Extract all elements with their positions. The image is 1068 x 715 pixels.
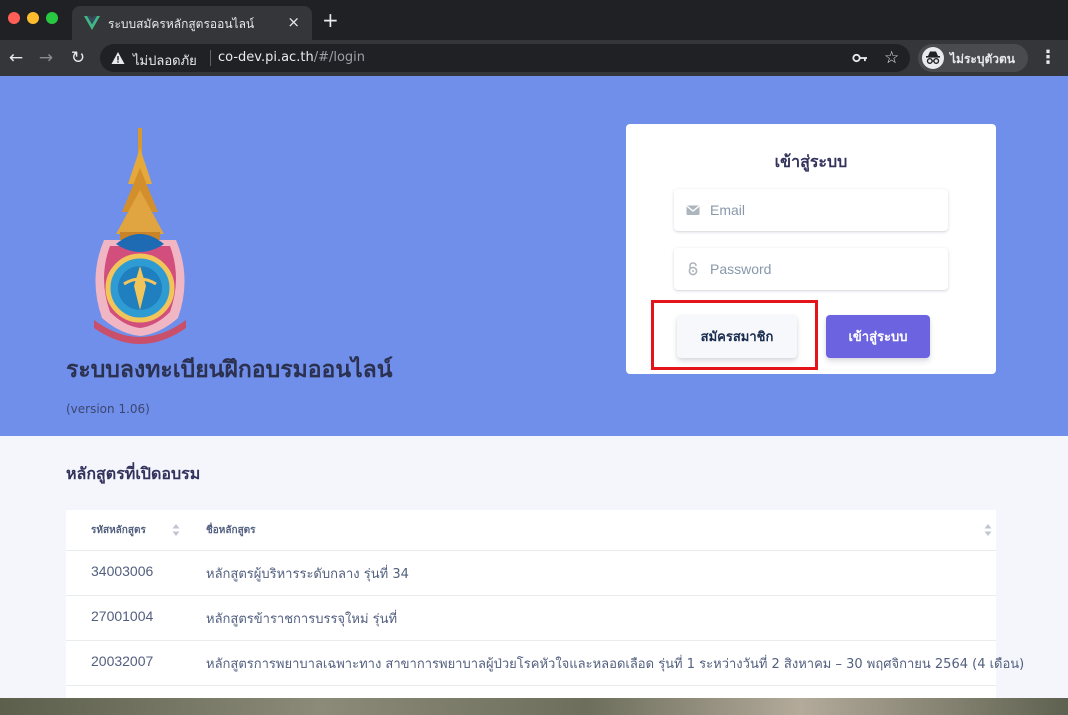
courses-heading: หลักสูตรที่เปิดอบรม — [66, 464, 201, 483]
desktop-background — [0, 698, 1068, 715]
table-header: รหัสหลักสูตร ชื่อหลักสูตร — [66, 510, 996, 551]
browser-menu-icon[interactable]: ⋮ — [1038, 46, 1058, 70]
url-path: /#/login — [313, 50, 366, 65]
address-divider — [210, 50, 211, 66]
login-card: เข้าสู่ระบบ สมัครสมาชิก เข้าสู่ระบบ — [626, 124, 996, 374]
table-row-partial[interactable] — [66, 686, 996, 698]
forward-arrow-icon[interactable]: → — [34, 46, 58, 70]
institute-emblem-logo — [94, 128, 186, 344]
page-content: ระบบลงทะเบียนฝึกอบรมออนไลน์ (version 1.0… — [0, 76, 1068, 698]
incognito-icon — [922, 47, 944, 69]
password-field-wrapper[interactable] — [674, 248, 948, 290]
browser-toolbar: ← → ↻ ไม่ปลอดภัย co-dev.pi.ac.th/#/login… — [0, 40, 1068, 76]
course-name: หลักสูตรข้าราชการบรรจุใหม่ รุ่นที่ — [206, 612, 398, 627]
table-row[interactable]: 34003006 หลักสูตรผู้บริหารระดับกลาง รุ่น… — [66, 551, 996, 596]
incognito-label: ไม่ระบุตัวตน — [950, 52, 1015, 66]
back-arrow-icon[interactable]: ← — [4, 46, 28, 70]
course-code: 27001004 — [91, 608, 154, 624]
version-label: (version 1.06) — [66, 402, 150, 416]
address-bar[interactable]: ไม่ปลอดภัย co-dev.pi.ac.th/#/login ☆ — [100, 44, 910, 72]
incognito-profile-button[interactable]: ไม่ระบุตัวตน — [918, 44, 1028, 72]
tab-title: ระบบสมัครหลักสูตรออนไลน์ — [108, 17, 255, 31]
minimize-window-button[interactable] — [27, 12, 39, 24]
sort-icon[interactable] — [172, 523, 180, 537]
maximize-window-button[interactable] — [46, 12, 58, 24]
column-header-name[interactable]: ชื่อหลักสูตร — [206, 523, 256, 538]
key-icon[interactable] — [852, 50, 868, 66]
table-row[interactable]: 20032007 หลักสูตรการพยาบาลเฉพาะทาง สาขาก… — [66, 641, 1024, 686]
tab-close-icon[interactable]: × — [287, 13, 300, 31]
url-host: co-dev.pi.ac.th — [218, 50, 314, 65]
close-window-button[interactable] — [8, 12, 20, 24]
browser-tab-bar: ระบบสมัครหลักสูตรออนไลน์ × + — [0, 0, 1068, 40]
reload-icon[interactable]: ↻ — [66, 46, 90, 70]
column-header-code[interactable]: รหัสหลักสูตร — [91, 523, 146, 538]
login-button[interactable]: เข้าสู่ระบบ — [826, 315, 930, 358]
bookmark-star-icon[interactable]: ☆ — [884, 48, 899, 68]
system-title: ระบบลงทะเบียนฝึกอบรมออนไลน์ — [66, 357, 393, 383]
not-secure-label[interactable]: ไม่ปลอดภัย — [133, 50, 197, 71]
lock-icon — [688, 262, 698, 276]
vue-logo-icon — [84, 16, 100, 30]
warning-icon[interactable] — [111, 51, 125, 65]
url-text[interactable]: co-dev.pi.ac.th/#/login — [218, 50, 365, 65]
register-button[interactable]: สมัครสมาชิก — [677, 315, 797, 358]
course-name: หลักสูตรการพยาบาลเฉพาะทาง สาขาการพยาบาลผ… — [206, 657, 1025, 672]
email-input[interactable] — [710, 189, 940, 231]
course-name: หลักสูตรผู้บริหารระดับกลาง รุ่นที่ 34 — [206, 567, 409, 582]
course-code: 34003006 — [91, 563, 154, 579]
new-tab-button[interactable]: + — [322, 9, 339, 31]
sort-icon[interactable] — [984, 523, 992, 537]
browser-tab-active[interactable]: ระบบสมัครหลักสูตรออนไลน์ × — [72, 6, 312, 40]
course-table: รหัสหลักสูตร ชื่อหลักสูตร 34003006 หลักส… — [66, 510, 1024, 698]
course-code: 20032007 — [91, 653, 154, 669]
login-title: เข้าสู่ระบบ — [774, 152, 848, 171]
email-field-wrapper[interactable] — [674, 189, 948, 231]
envelope-icon — [686, 205, 700, 215]
hero-banner: ระบบลงทะเบียนฝึกอบรมออนไลน์ (version 1.0… — [0, 76, 1068, 436]
password-input[interactable] — [710, 248, 940, 290]
table-row[interactable]: 27001004 หลักสูตรข้าราชการบรรจุใหม่ รุ่น… — [66, 596, 996, 641]
